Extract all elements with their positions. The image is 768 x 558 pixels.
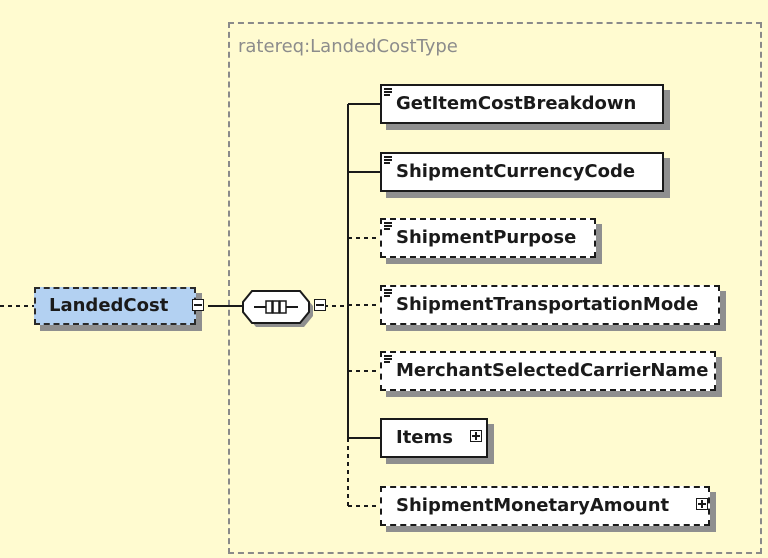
root-element-landedcost[interactable]: LandedCost xyxy=(34,287,196,325)
element-label: ShipmentTransportationMode xyxy=(396,294,699,315)
element-shipmentcurrencycode[interactable]: ShipmentCurrencyCode xyxy=(380,152,664,192)
element-label: MerchantSelectedCarrierName xyxy=(396,360,709,381)
element-shipmentmonetaryamount[interactable]: ShipmentMonetaryAmount xyxy=(380,486,710,526)
element-getitemcostbreakdown[interactable]: GetItemCostBreakdown xyxy=(380,84,664,124)
expand-icon[interactable] xyxy=(470,430,482,442)
collapse-icon[interactable] xyxy=(192,299,204,311)
simple-content-icon xyxy=(384,289,392,297)
sequence-icon[interactable] xyxy=(242,290,310,324)
element-shipmenttransportationmode[interactable]: ShipmentTransportationMode xyxy=(380,285,720,325)
element-label: GetItemCostBreakdown xyxy=(396,93,637,114)
collapse-icon[interactable] xyxy=(314,299,326,311)
schema-diagram: ratereq:LandedCostType LandedCost GetIte xyxy=(0,0,768,558)
element-shipmentpurpose[interactable]: ShipmentPurpose xyxy=(380,218,596,258)
simple-content-icon xyxy=(384,355,392,363)
element-label: ShipmentMonetaryAmount xyxy=(396,495,670,516)
expand-icon[interactable] xyxy=(696,498,708,510)
element-label: ShipmentCurrencyCode xyxy=(396,161,636,182)
simple-content-icon xyxy=(384,88,392,96)
element-label: ShipmentPurpose xyxy=(396,227,577,248)
element-label: Items xyxy=(396,427,453,448)
simple-content-icon xyxy=(384,156,392,164)
simple-content-icon xyxy=(384,222,392,230)
element-merchantselectedcarriername[interactable]: MerchantSelectedCarrierName xyxy=(380,351,716,391)
